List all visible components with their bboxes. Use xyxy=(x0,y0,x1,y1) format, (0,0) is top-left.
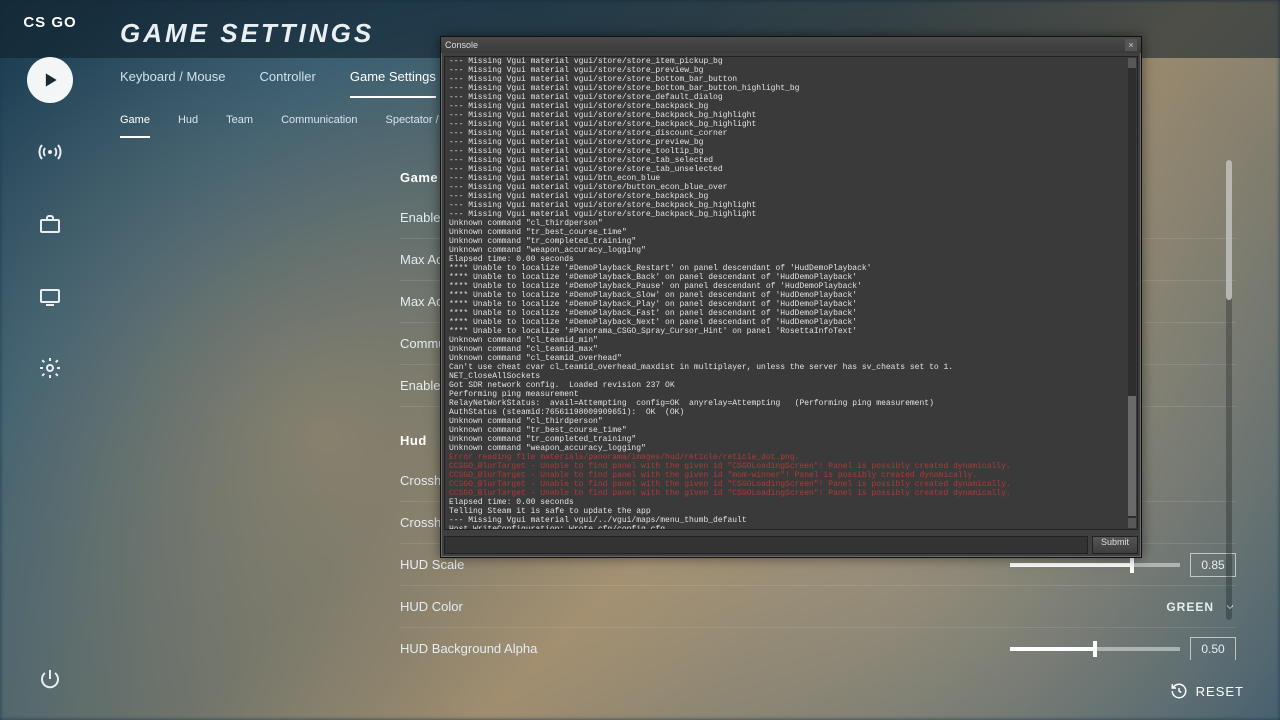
power-button[interactable] xyxy=(27,656,73,702)
console-submit-button[interactable]: Submit xyxy=(1092,536,1138,554)
subtab-hud[interactable]: Hud xyxy=(178,114,198,138)
console-close-button[interactable]: × xyxy=(1125,39,1137,51)
game-logo: CS GO xyxy=(23,14,76,31)
setting-row-hud-bg-alpha[interactable]: HUD Background Alpha 0.50 xyxy=(400,628,1236,660)
left-nav-rail: CS GO xyxy=(0,0,100,720)
subtab-communication[interactable]: Communication xyxy=(281,114,357,138)
tv-icon xyxy=(38,284,62,308)
inventory-button[interactable] xyxy=(27,201,73,247)
briefcase-icon xyxy=(38,212,62,236)
tab-game-settings[interactable]: Game Settings xyxy=(350,69,436,98)
subtab-game[interactable]: Game xyxy=(120,114,150,138)
hud-scale-slider[interactable] xyxy=(1010,563,1180,567)
console-titlebar[interactable]: Console × xyxy=(441,37,1141,53)
hud-bg-alpha-slider[interactable] xyxy=(1010,647,1180,651)
tab-controller[interactable]: Controller xyxy=(260,69,316,98)
console-scrollbar[interactable] xyxy=(1128,58,1136,528)
history-icon xyxy=(1170,682,1188,700)
subtab-team[interactable]: Team xyxy=(226,114,253,138)
play-icon xyxy=(40,70,60,90)
broadcast-button[interactable] xyxy=(27,129,73,175)
play-button[interactable] xyxy=(27,57,73,103)
settings-scrollbar[interactable] xyxy=(1226,160,1232,620)
settings-button[interactable] xyxy=(27,345,73,391)
gear-icon xyxy=(38,356,62,380)
console-input[interactable] xyxy=(444,536,1088,554)
reset-button[interactable]: RESET xyxy=(1170,682,1244,700)
developer-console: Console × --- Missing Vgui material vgui… xyxy=(440,36,1142,558)
tab-keyboard-mouse[interactable]: Keyboard / Mouse xyxy=(120,69,226,98)
setting-row-hud-color[interactable]: HUD Color GREEN xyxy=(400,586,1236,628)
console-text: --- Missing Vgui material vgui/store/sto… xyxy=(449,57,1129,529)
broadcast-icon xyxy=(38,140,62,164)
console-output[interactable]: --- Missing Vgui material vgui/store/sto… xyxy=(444,56,1138,530)
watch-button[interactable] xyxy=(27,273,73,319)
hud-bg-alpha-value: 0.50 xyxy=(1190,637,1236,661)
power-icon xyxy=(38,667,62,691)
